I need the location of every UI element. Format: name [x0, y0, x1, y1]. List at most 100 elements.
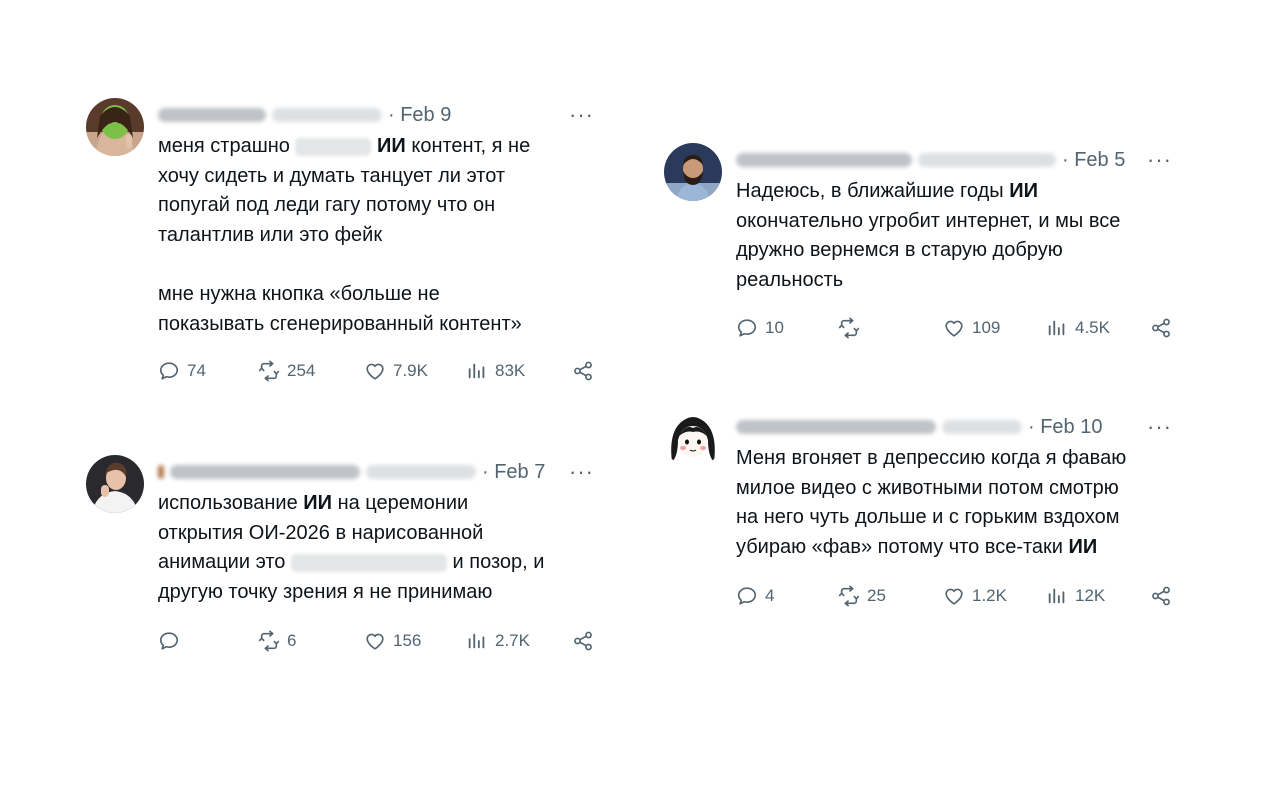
text-segment: меня страшно	[158, 135, 296, 157]
share-button[interactable]	[1150, 585, 1172, 607]
views-button[interactable]: 83K	[466, 360, 525, 382]
views-button[interactable]: 4.5K	[1046, 317, 1110, 339]
more-options-icon[interactable]: ···	[1147, 416, 1176, 438]
text-line: мне нужна кнопка «больше не	[158, 282, 440, 305]
person-selfie-avatar	[86, 455, 144, 513]
tweet-date[interactable]: · Feb 5	[1062, 149, 1125, 172]
views-button[interactable]: 2.7K	[466, 630, 530, 652]
like-icon	[943, 317, 965, 339]
text-segment: анимации это	[158, 551, 291, 574]
redacted-word	[295, 137, 372, 156]
text-line: убираю «фав» потому что все-таки ИИ	[736, 533, 1176, 563]
repost-icon	[838, 585, 860, 607]
repost-count: 254	[287, 361, 316, 380]
text-line: милое видео с животными потом смотрю	[736, 476, 1119, 499]
reply-button[interactable]: 10	[736, 317, 784, 339]
highlight-ai: ИИ	[1068, 535, 1098, 558]
author-handle-redacted[interactable]	[918, 153, 1056, 167]
tweet-date[interactable]: · Feb 7	[482, 461, 545, 484]
like-button[interactable]: 156	[364, 630, 421, 652]
text-segment: убираю «фав» потому что все-таки	[736, 535, 1069, 558]
author-name-redacted[interactable]	[736, 420, 936, 434]
repost-button[interactable]: 6	[258, 630, 296, 652]
more-options-icon[interactable]: ···	[569, 461, 598, 483]
reply-button[interactable]	[158, 630, 187, 652]
tweet-date[interactable]: · Feb 9	[388, 104, 451, 127]
text-line: на него чуть дольше и с горьким вздохом	[736, 506, 1120, 529]
repost-button[interactable]: 254	[258, 360, 315, 382]
repost-icon	[258, 360, 280, 382]
author-name-redacted[interactable]	[170, 465, 360, 479]
like-count: 156	[393, 631, 422, 650]
reply-count: 4	[765, 586, 775, 605]
text-line: показывать сгенерированный контент»	[158, 312, 522, 335]
repost-count: 6	[287, 631, 297, 650]
views-icon	[466, 360, 488, 382]
like-button[interactable]: 109	[943, 317, 1000, 339]
share-icon	[1150, 317, 1172, 339]
view-count: 83K	[495, 361, 526, 380]
share-icon	[572, 360, 594, 382]
text-segment: на церемонии	[332, 492, 469, 514]
text-line: другую точку зрения я не принимаю	[158, 580, 493, 603]
author-handle-redacted[interactable]	[272, 108, 382, 122]
text-line: Надеюсь, в ближайшие годы ИИ	[736, 177, 1176, 207]
text-line: открытия ОИ-2026 в нарисованной	[158, 521, 484, 544]
author-handle-redacted[interactable]	[366, 465, 476, 479]
author-emoji-redacted	[158, 465, 164, 479]
text-line: хочу сидеть и думать танцует ли этот	[158, 164, 506, 187]
like-icon	[364, 360, 386, 382]
repost-button[interactable]	[838, 317, 867, 339]
share-button[interactable]	[572, 360, 594, 382]
like-button[interactable]: 1.2K	[943, 585, 1007, 607]
like-count: 1.2K	[972, 586, 1007, 605]
view-count: 2.7K	[495, 631, 530, 650]
tweet-text: Надеюсь, в ближайшие годы ИИ окончательн…	[736, 177, 1176, 295]
avatar[interactable]	[664, 143, 722, 201]
avatar[interactable]	[86, 455, 144, 513]
text-line: окончательно угробит интернет, и мы все	[736, 209, 1121, 232]
reply-icon	[158, 360, 180, 382]
reply-button[interactable]: 74	[158, 360, 206, 382]
action-bar: 10 109 4.5K	[736, 314, 1176, 342]
more-options-icon[interactable]: ···	[1147, 149, 1176, 171]
text-line: реальность	[736, 268, 844, 291]
reply-icon	[736, 585, 758, 607]
tweet-header: · Feb 5 ···	[736, 147, 1176, 173]
text-segment: Надеюсь, в ближайшие годы	[736, 180, 1010, 202]
reply-icon	[736, 317, 758, 339]
reply-count: 10	[765, 318, 784, 337]
share-button[interactable]	[572, 630, 594, 652]
text-segment: контент, я не	[405, 135, 531, 157]
tweet-text: Меня вгоняет в депрессию когда я фаваю м…	[736, 444, 1176, 562]
action-bar: 6 156 2.7K	[158, 627, 598, 655]
reply-count: 74	[187, 361, 206, 380]
author-handle-redacted[interactable]	[942, 420, 1022, 434]
author-name-redacted[interactable]	[736, 153, 912, 167]
tweet-text: меня страшно ИИ контент, я не хочу сидет…	[158, 132, 598, 339]
text-line: использование ИИ на церемонии	[158, 489, 598, 519]
share-button[interactable]	[1150, 317, 1172, 339]
action-bar: 74 254 7.9K 83K	[158, 357, 598, 385]
views-icon	[1046, 585, 1068, 607]
text-line: Меня вгоняет в депрессию когда я фаваю	[736, 447, 1127, 469]
like-button[interactable]: 7.9K	[364, 360, 428, 382]
view-count: 12K	[1075, 586, 1106, 605]
view-count: 4.5K	[1075, 318, 1110, 337]
text-line: анимации это и позор, и	[158, 548, 598, 578]
repost-icon	[838, 317, 860, 339]
text-segment: и позор, и	[446, 551, 545, 574]
reply-icon	[158, 630, 180, 652]
tweet-date[interactable]: · Feb 10	[1028, 416, 1102, 439]
avatar[interactable]	[664, 410, 722, 468]
reply-button[interactable]: 4	[736, 585, 774, 607]
views-button[interactable]: 12K	[1046, 585, 1105, 607]
author-name-redacted[interactable]	[158, 108, 266, 122]
repost-button[interactable]: 25	[838, 585, 886, 607]
avatar[interactable]	[86, 98, 144, 156]
share-icon	[572, 630, 594, 652]
more-options-icon[interactable]: ···	[569, 104, 598, 126]
repost-icon	[258, 630, 280, 652]
tweet-header: · Feb 7 ···	[158, 459, 598, 485]
